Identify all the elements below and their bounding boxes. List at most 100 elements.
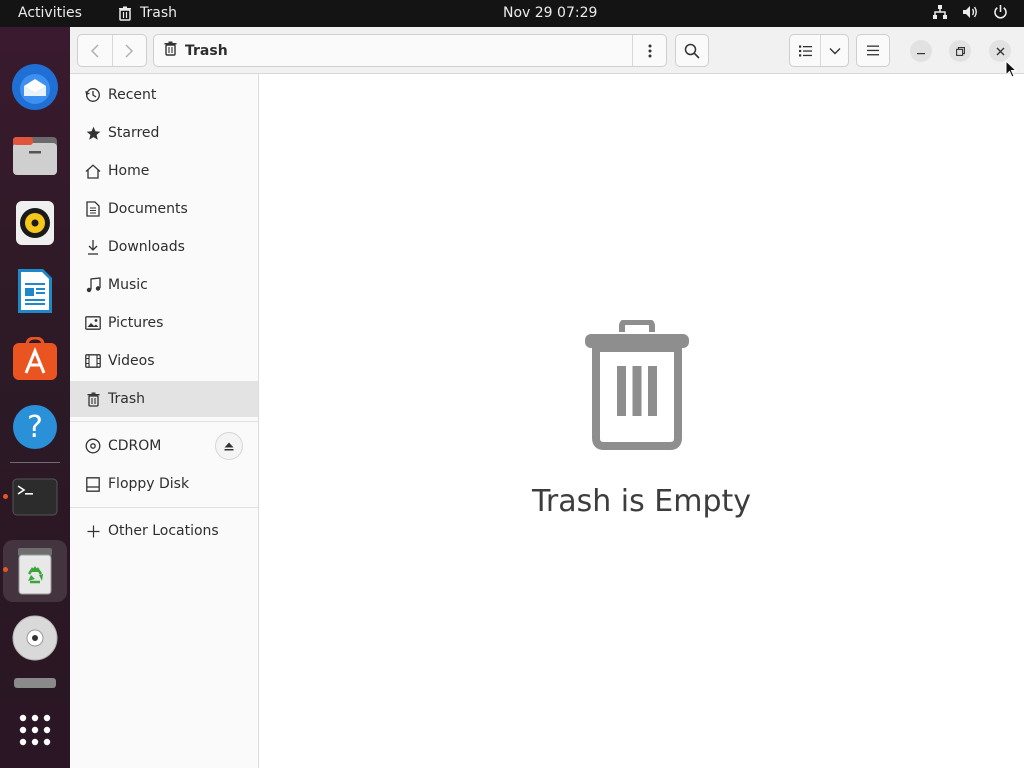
nav-buttons — [77, 34, 147, 67]
software-launcher[interactable] — [7, 331, 63, 387]
volume-icon[interactable] — [962, 4, 979, 20]
restore-icon — [955, 46, 965, 56]
list-view-button[interactable] — [790, 35, 822, 66]
trash-icon — [118, 6, 132, 21]
show-apps-button[interactable] — [7, 702, 63, 758]
sidebar-item-downloads[interactable]: Downloads — [70, 229, 258, 265]
music-icon — [82, 277, 104, 293]
running-indicator — [3, 494, 8, 499]
home-icon — [82, 163, 104, 179]
clock[interactable]: Nov 29 07:29 — [503, 5, 597, 21]
activities-button[interactable]: Activities — [18, 5, 82, 21]
cd-icon — [12, 615, 58, 661]
help-launcher[interactable]: ? — [7, 399, 63, 455]
trash-icon — [164, 41, 177, 60]
dock: ? — [0, 27, 70, 768]
path-menu-button[interactable] — [632, 35, 666, 66]
sidebar-item-label: Floppy Disk — [108, 476, 190, 492]
sidebar-item-label: Documents — [108, 201, 188, 217]
eject-icon — [224, 442, 234, 450]
header-bar: Trash — [70, 27, 1024, 74]
dock-separator — [10, 462, 60, 463]
minimize-icon — [917, 53, 925, 55]
app-grid-icon — [19, 714, 51, 746]
app-menu[interactable]: Trash — [118, 5, 177, 21]
picture-icon — [82, 316, 104, 330]
places-sidebar: Recent Starred Home Documents Downloads … — [70, 74, 259, 768]
trash-icon — [82, 392, 104, 407]
sidebar-separator — [70, 421, 258, 422]
view-options-button[interactable] — [821, 35, 848, 66]
sidebar-item-trash[interactable]: Trash — [70, 381, 258, 417]
trash-empty-icon — [584, 319, 690, 454]
search-button[interactable] — [675, 34, 709, 67]
system-tray[interactable] — [932, 4, 1008, 20]
minimize-button[interactable] — [910, 40, 932, 62]
path-bar[interactable]: Trash — [153, 34, 667, 67]
sidebar-item-recent[interactable]: Recent — [70, 77, 258, 113]
vertical-dots-icon — [648, 44, 651, 57]
sidebar-item-floppy[interactable]: Floppy Disk — [70, 466, 258, 502]
drive-icon — [14, 678, 56, 688]
back-button[interactable] — [78, 35, 113, 66]
mouse-cursor-icon — [1005, 59, 1018, 82]
main-menu-button[interactable] — [856, 34, 890, 67]
sidebar-item-documents[interactable]: Documents — [70, 191, 258, 227]
plus-icon — [82, 525, 104, 538]
eject-button[interactable] — [215, 432, 243, 460]
sidebar-item-pictures[interactable]: Pictures — [70, 305, 258, 341]
maximize-button[interactable] — [949, 40, 971, 62]
chevron-right-icon — [125, 43, 134, 58]
trash-launcher[interactable] — [3, 540, 67, 602]
sidebar-item-label: Recent — [108, 87, 157, 103]
sidebar-item-label: Trash — [108, 391, 145, 407]
path-crumb-trash[interactable]: Trash — [154, 41, 228, 60]
folder-icon — [13, 137, 57, 175]
sidebar-item-videos[interactable]: Videos — [70, 343, 258, 379]
file-view[interactable]: Trash is Empty — [259, 74, 1024, 768]
path-label: Trash — [185, 42, 228, 59]
sidebar-item-label: Videos — [108, 353, 155, 369]
hamburger-icon — [867, 45, 879, 56]
recycle-bin-icon — [18, 548, 52, 595]
sidebar-item-label: Starred — [108, 125, 160, 141]
app-menu-label: Trash — [140, 5, 177, 21]
thunderbird-launcher[interactable] — [7, 59, 63, 115]
sidebar-item-starred[interactable]: Starred — [70, 115, 258, 151]
speaker-icon — [16, 201, 54, 245]
list-view-icon — [798, 45, 812, 56]
sidebar-item-label: Pictures — [108, 315, 164, 331]
writer-launcher[interactable] — [7, 263, 63, 319]
empty-state-message: Trash is Empty — [531, 484, 752, 519]
close-button[interactable] — [989, 40, 1011, 62]
app-store-icon — [13, 337, 57, 380]
svg-text:?: ? — [27, 410, 43, 445]
power-icon[interactable] — [993, 4, 1008, 20]
document-icon — [82, 201, 104, 217]
sidebar-item-other-locations[interactable]: Other Locations — [70, 513, 258, 549]
help-icon: ? — [13, 405, 57, 449]
sidebar-item-label: Downloads — [108, 239, 185, 255]
writer-document-icon — [18, 269, 52, 313]
network-icon[interactable] — [932, 4, 948, 20]
sidebar-item-music[interactable]: Music — [70, 267, 258, 303]
rhythmbox-launcher[interactable] — [7, 195, 63, 251]
thunderbird-icon — [12, 64, 58, 110]
sidebar-item-label: CDROM — [108, 438, 162, 454]
terminal-launcher[interactable] — [7, 469, 63, 525]
sidebar-item-label: Music — [108, 277, 148, 293]
view-mode-group — [789, 34, 849, 67]
close-icon — [996, 47, 1004, 55]
sidebar-item-home[interactable]: Home — [70, 153, 258, 189]
search-icon — [684, 43, 700, 59]
disc-launcher[interactable] — [7, 610, 63, 666]
forward-button[interactable] — [113, 35, 147, 66]
sidebar-separator — [70, 507, 258, 508]
chevron-left-icon — [90, 43, 99, 58]
running-indicator — [3, 567, 8, 572]
sidebar-item-label: Other Locations — [108, 523, 219, 539]
star-icon — [82, 126, 104, 141]
download-icon — [82, 239, 104, 255]
files-launcher[interactable] — [7, 127, 63, 183]
chevron-down-icon — [829, 47, 841, 54]
